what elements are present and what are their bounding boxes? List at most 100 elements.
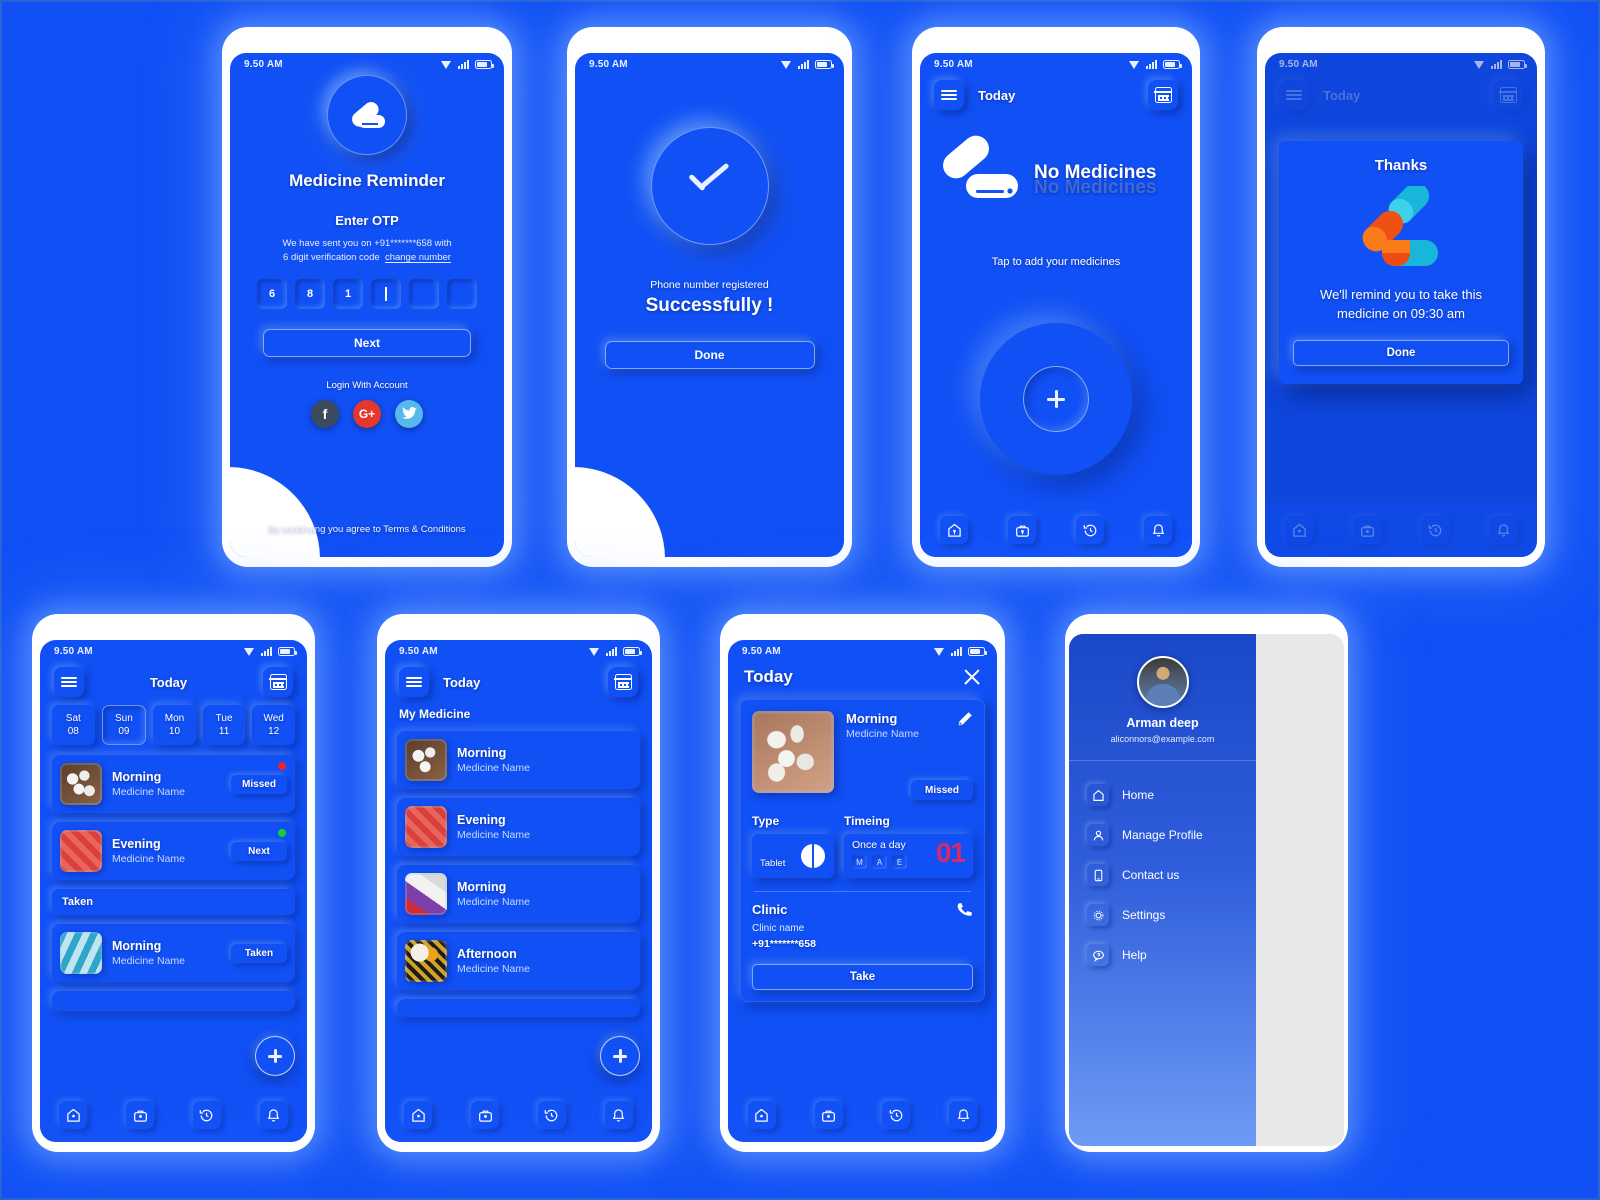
done-button[interactable]: Done: [604, 341, 815, 369]
medicine-name: Medicine Name: [457, 963, 530, 975]
date-chip-2[interactable]: Mon 10: [153, 705, 196, 745]
otp-input-group[interactable]: 6 8 1: [257, 279, 477, 309]
drawer-scrim[interactable]: [1256, 634, 1344, 1146]
drawer-item-contact-us[interactable]: Contact us: [1069, 855, 1256, 895]
timing-card[interactable]: Once a day M A E 01: [844, 834, 973, 878]
date-chip-3[interactable]: Tue 11: [203, 705, 246, 745]
add-medicine-fab[interactable]: [600, 1036, 640, 1076]
status-time: 9.50 AM: [934, 59, 973, 70]
status-bar: 9.50 AM: [920, 53, 1192, 70]
nav-home[interactable]: [404, 1101, 432, 1129]
slot-evening[interactable]: E: [892, 855, 907, 869]
twitter-icon[interactable]: [395, 399, 423, 428]
phone-icon[interactable]: [956, 902, 973, 924]
status-tag[interactable]: Missed: [911, 780, 973, 800]
nav-home[interactable]: [1285, 516, 1313, 544]
nav-history[interactable]: [1076, 516, 1104, 544]
decorative-corner: [575, 467, 665, 557]
list-item[interactable]: Afternoon Medicine Name: [397, 932, 640, 990]
drawer-item-help[interactable]: Help: [1069, 935, 1256, 975]
nav-alerts[interactable]: [1489, 516, 1517, 544]
avatar[interactable]: [1136, 656, 1189, 708]
status-tag[interactable]: Missed: [231, 775, 287, 794]
screen-no-medicines: 9.50 AM Today No Medicines No Medicines …: [920, 53, 1192, 557]
nav-alerts[interactable]: [605, 1101, 633, 1129]
nav-medkit[interactable]: [471, 1101, 499, 1129]
date-strip: Sat 08 Sun 09 Mon 10 Tue 11 Wed 12: [40, 697, 307, 745]
list-item[interactable]: Evening Medicine Name: [397, 798, 640, 856]
status-tag[interactable]: Next: [231, 842, 287, 861]
table-row[interactable]: Morning Medicine Name Missed: [52, 755, 295, 813]
add-medicine-fab[interactable]: [980, 323, 1132, 475]
type-value: Tablet: [760, 858, 786, 869]
gear-icon: [1087, 904, 1109, 926]
nav-alerts[interactable]: [260, 1101, 288, 1129]
drawer-item-settings[interactable]: Settings: [1069, 895, 1256, 935]
battery-icon: [278, 647, 297, 656]
nav-medkit[interactable]: [1353, 516, 1381, 544]
drawer-item-manage-profile[interactable]: Manage Profile: [1069, 815, 1256, 855]
next-button[interactable]: Next: [263, 328, 471, 357]
google-plus-icon[interactable]: G+: [353, 399, 381, 428]
otp-digit-1[interactable]: 6: [257, 279, 287, 309]
close-icon[interactable]: [963, 668, 981, 686]
drawer-item-label: Home: [1122, 788, 1155, 802]
hamburger-icon[interactable]: [54, 667, 84, 697]
list-item[interactable]: [397, 999, 640, 1017]
screen-otp: 9.50 AM Medicine Reminder Enter OTP We h…: [230, 53, 504, 557]
colored-capsules-icon: [1346, 182, 1456, 272]
calendar-icon[interactable]: [1148, 80, 1178, 110]
dialog-done-button[interactable]: Done: [1293, 339, 1509, 366]
nav-home[interactable]: [59, 1101, 87, 1129]
date-chip-1[interactable]: Sun 09: [101, 705, 147, 745]
drawer-header: Arman deep aliconnors@example.com: [1069, 634, 1256, 761]
medicine-time: Morning: [112, 770, 162, 784]
list-item[interactable]: Morning Medicine Name: [397, 865, 640, 923]
wifi-icon: [1129, 60, 1140, 69]
table-row[interactable]: [52, 991, 295, 1011]
hamburger-icon[interactable]: [934, 80, 964, 110]
otp-digit-3[interactable]: 1: [333, 279, 363, 309]
otp-digit-6[interactable]: [447, 279, 477, 309]
slot-afternoon[interactable]: A: [872, 855, 887, 869]
nav-history[interactable]: [1421, 516, 1449, 544]
hamburger-icon[interactable]: [399, 667, 429, 697]
calendar-icon[interactable]: [263, 667, 293, 697]
drawer-item-home[interactable]: Home: [1069, 775, 1256, 815]
date-chip-4[interactable]: Wed 12: [252, 705, 295, 745]
user-name: Arman deep: [1126, 716, 1199, 730]
table-row[interactable]: Evening Medicine Name Next: [52, 822, 295, 880]
half-circle-pill-icon: [801, 844, 825, 868]
facebook-icon[interactable]: f: [311, 399, 339, 428]
otp-digit-4[interactable]: [371, 279, 401, 309]
otp-digit-5[interactable]: [409, 279, 439, 309]
nav-history[interactable]: [882, 1101, 910, 1129]
detail-header: Today: [728, 657, 997, 687]
pencil-icon[interactable]: [957, 711, 973, 727]
nav-home[interactable]: [748, 1101, 776, 1129]
nav-alerts[interactable]: [949, 1101, 977, 1129]
nav-medkit[interactable]: [126, 1101, 154, 1129]
nav-history[interactable]: [193, 1101, 221, 1129]
nav-medkit[interactable]: [1008, 516, 1036, 544]
add-medicine-fab[interactable]: [255, 1036, 295, 1076]
nav-alerts[interactable]: [1144, 516, 1172, 544]
phone-empty: 9.50 AM Today No Medicines No Medicines …: [912, 27, 1200, 567]
slot-morning[interactable]: M: [852, 855, 867, 869]
date-chip-0[interactable]: Sat 08: [52, 705, 95, 745]
otp-digit-2[interactable]: 8: [295, 279, 325, 309]
calendar-icon[interactable]: [608, 667, 638, 697]
change-number-link[interactable]: change number: [385, 252, 451, 263]
phone-nav-drawer: Arman deep aliconnors@example.com Home M…: [1065, 614, 1348, 1152]
nav-medkit[interactable]: [815, 1101, 843, 1129]
phone-my-medicine: 9.50 AM Today My Medicine Morning Medici…: [377, 614, 660, 1152]
bottom-nav: [1265, 503, 1537, 557]
take-button[interactable]: Take: [752, 964, 973, 990]
list-item[interactable]: Morning Medicine Name: [397, 731, 640, 789]
status-tag[interactable]: Taken: [231, 944, 287, 963]
table-row[interactable]: Morning Medicine Name Taken: [52, 924, 295, 982]
type-card[interactable]: Tablet: [752, 834, 834, 878]
bottom-nav: [728, 1088, 997, 1142]
nav-history[interactable]: [538, 1101, 566, 1129]
nav-home[interactable]: [940, 516, 968, 544]
